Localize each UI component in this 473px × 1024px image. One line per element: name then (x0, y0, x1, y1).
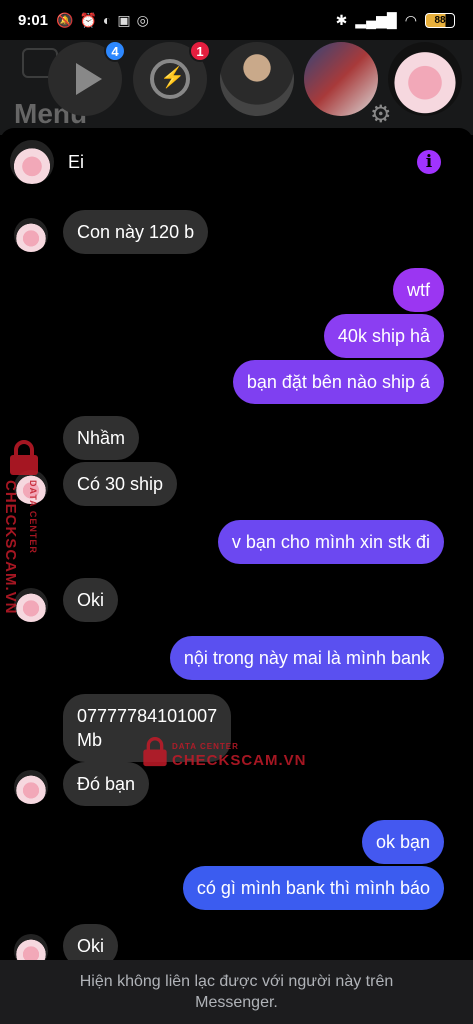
status-bar: 9:01 🔕 ⏰ ◐ ▣ ◎ ✱ ▂▄▆█ ◠ 88 (0, 0, 473, 40)
sender-avatar (14, 588, 48, 622)
watermark-sub-vertical: DATA CENTER (28, 480, 38, 554)
message-outgoing: nội trong này mai là mình bank (169, 636, 444, 680)
contact-name[interactable]: Ei (68, 152, 84, 173)
chat-head-contact-2[interactable] (304, 42, 378, 116)
sender-avatar (14, 218, 48, 252)
chat-head-contact-3[interactable] (388, 42, 462, 116)
message-outgoing: có gì mình bank thì mình báo (182, 866, 444, 910)
play-icon (76, 63, 102, 95)
message-incoming: Con này 120 b (63, 210, 209, 254)
battery-icon: 88 (425, 12, 455, 28)
video-badge: 4 (104, 40, 126, 62)
watermark-sub: DATA CENTER (172, 742, 239, 751)
chat-head-messenger[interactable]: 1 (133, 40, 211, 116)
unavailable-notice: Hiện không liên lạc được với người này t… (0, 960, 473, 1024)
bluetooth-icon: ✱ (335, 11, 348, 28)
message-incoming: Nhầm (63, 416, 140, 460)
message-outgoing: 40k ship hả (323, 314, 444, 358)
message-outgoing: v bạn cho mình xin stk đi (217, 520, 444, 564)
alarm-icon: ⏰ (79, 11, 97, 28)
watermark-brand-vertical: CHECKSCAM.VN (2, 480, 19, 615)
mute-bell-icon: 🔕 (56, 11, 74, 28)
message-outgoing: ok bạn (361, 820, 444, 864)
message-outgoing: wtf (392, 268, 444, 312)
sender-avatar (14, 770, 48, 804)
watermark-brand: CHECKSCAM.VN (172, 752, 307, 769)
chat-header: Ei i (0, 128, 473, 198)
notification-icons: 🔕 ⏰ ◐ ▣ ◎ (56, 12, 149, 29)
message-incoming: Đó bạn (63, 762, 150, 806)
info-icon[interactable]: i (417, 150, 441, 174)
messenger-notif-icon: ◎ (136, 11, 149, 28)
messenger-badge: 1 (189, 40, 211, 62)
signal-icon: ▂▄▆█ (355, 11, 397, 28)
chat-head-video[interactable]: 4 (48, 40, 126, 116)
message-incoming: Có 30 ship (63, 462, 178, 506)
watermark-lock-icon (6, 440, 46, 481)
status-time: 9:01 (18, 11, 49, 29)
message-incoming: Oki (63, 578, 118, 622)
contact-avatar[interactable] (10, 140, 54, 184)
wifi-icon: ◠ (404, 11, 417, 28)
messenger-icon (150, 59, 190, 99)
chat-panel: Ei i Con này 120 b wtf 40k ship hả bạn đ… (0, 128, 473, 1024)
chat-head-contact-1[interactable] (220, 42, 294, 116)
message-outgoing: bạn đặt bên nào ship á (232, 360, 444, 404)
shop-icon: ▣ (117, 11, 131, 28)
watermark-lock-icon (140, 737, 170, 772)
gear-icon: ⚙ (370, 101, 392, 128)
app-icon: ◐ (102, 12, 112, 28)
